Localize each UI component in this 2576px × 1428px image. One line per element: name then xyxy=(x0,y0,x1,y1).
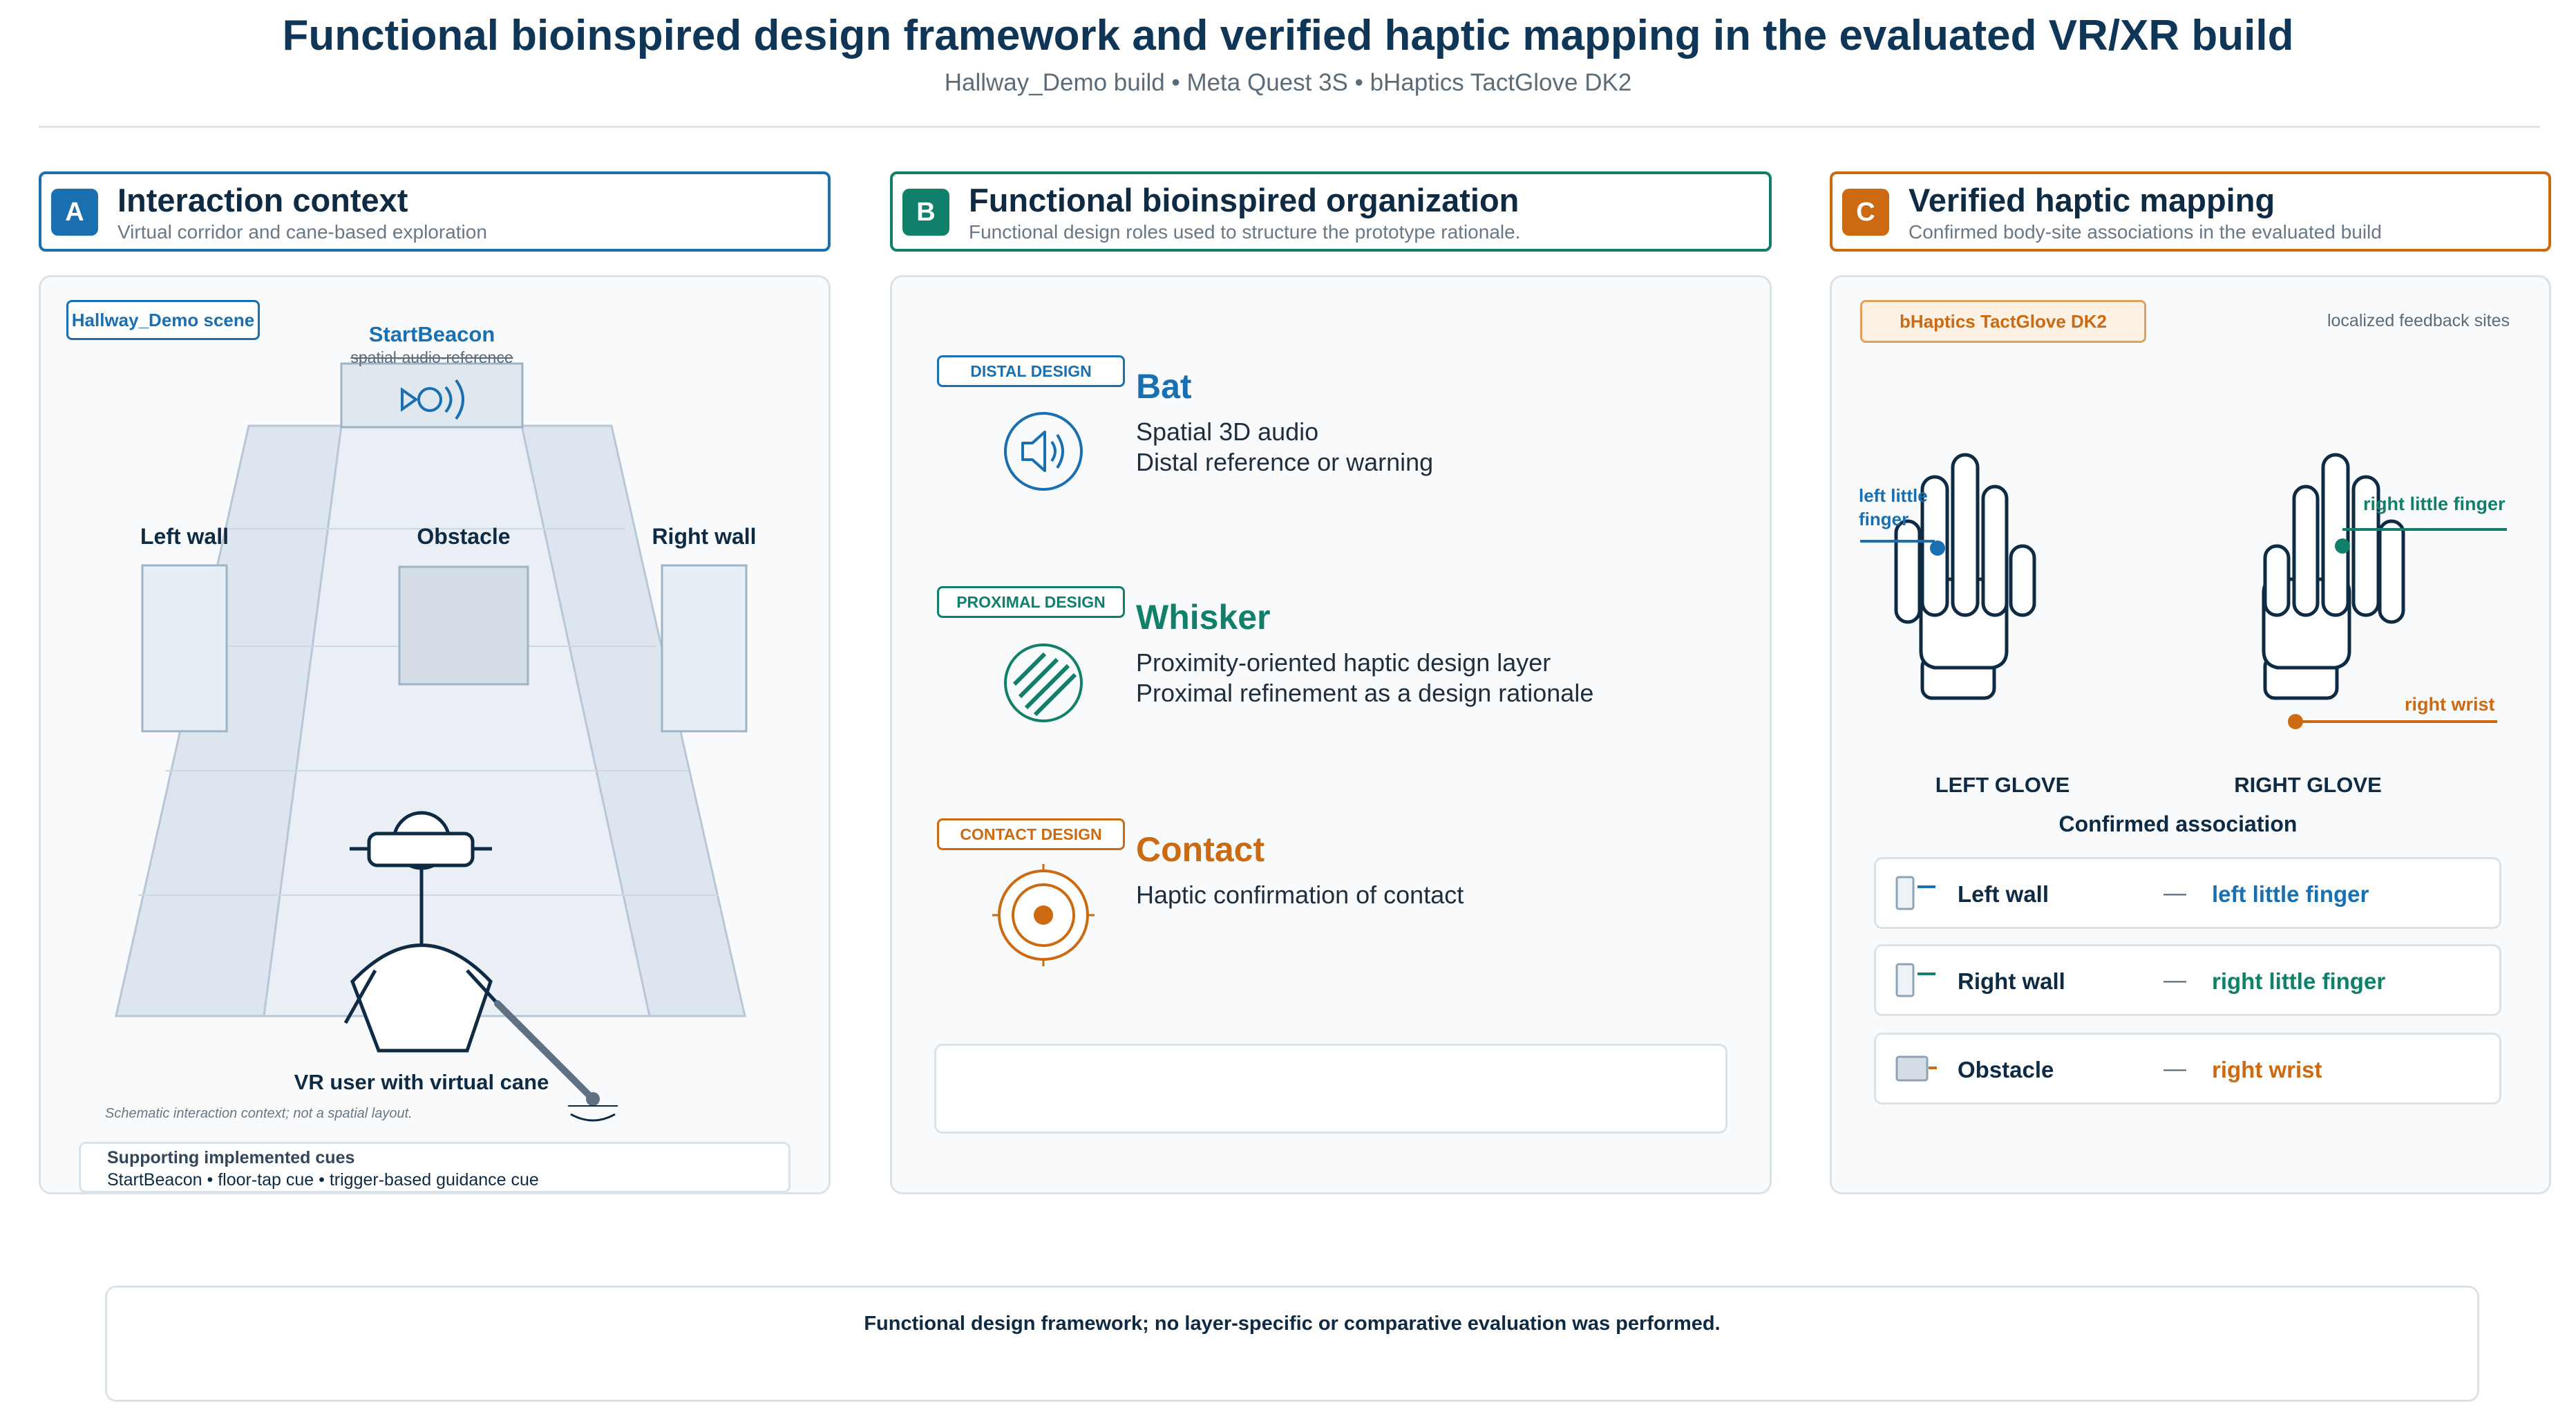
row-source-label: Right wall xyxy=(1958,968,2065,994)
row-target-label: right little finger xyxy=(2212,968,2386,994)
left-little-finger-label: left little finger xyxy=(1859,484,1928,531)
row-source-label: Left wall xyxy=(1958,881,2049,907)
right-little-finger-label: right little finger xyxy=(2363,494,2506,514)
sites-note: localized feedback sites xyxy=(2327,311,2510,330)
target-icon xyxy=(992,864,1095,966)
beacon-base xyxy=(340,362,524,429)
association-row-obstacle: Obstacle — right wrist xyxy=(1874,1033,2501,1105)
proximal-design-tag: PROXIMAL DESIGN xyxy=(937,586,1125,618)
right-glove-label: RIGHT GLOVE xyxy=(2234,773,2382,797)
row-dash: — xyxy=(2163,1055,2186,1081)
row-dash: — xyxy=(2163,967,2186,993)
device-tag: bHaptics TactGlove DK2 xyxy=(1860,300,2146,343)
whisker-line-2: Proximal refinement as a design rational… xyxy=(1136,679,1594,707)
empty-note-box xyxy=(934,1044,1727,1134)
bat-line-2: Distal reference or warning xyxy=(1136,448,1434,476)
obstacle-block xyxy=(398,565,529,686)
association-row-right-wall: Right wall — right little finger xyxy=(1874,944,2501,1016)
left-little-dot xyxy=(1930,541,1945,556)
right-wrist-dot xyxy=(2288,714,2303,729)
beacon-sub-label: spatial-audio-reference xyxy=(350,348,513,366)
row-target-label: right wrist xyxy=(2212,1057,2322,1082)
whisker-line-1: Proximity-oriented haptic design layer xyxy=(1136,648,1551,677)
left-glove-label: LEFT GLOVE xyxy=(1935,773,2070,797)
right-glove-icon xyxy=(2262,453,2405,700)
confirmed-association-title: Confirmed association xyxy=(2058,811,2298,836)
contact-line-1: Haptic confirmation of contact xyxy=(1136,881,1464,909)
left-little-label-line-2: finger xyxy=(1859,509,1909,529)
row-source-label: Obstacle xyxy=(1958,1057,2054,1082)
wall-icon xyxy=(1895,876,1935,910)
wall-icon xyxy=(1895,963,1935,997)
virtual-cane xyxy=(494,1000,618,1122)
supporting-cues-title: Supporting implemented cues xyxy=(107,1148,355,1167)
right-little-dot xyxy=(2335,538,2350,554)
contact-design-tag: CONTACT DESIGN xyxy=(937,818,1125,850)
supporting-cues-text: StartBeacon • floor-tap cue • trigger-ba… xyxy=(107,1170,539,1190)
distal-design-tag: DISTAL DESIGN xyxy=(937,355,1125,387)
beacon-label: StartBeacon xyxy=(368,322,495,346)
contact-title: Contact xyxy=(1136,830,1265,869)
right-wrist-label: right wrist xyxy=(2405,694,2495,715)
hatch-circle-icon xyxy=(1004,643,1083,722)
left-wall-block xyxy=(141,564,228,733)
right-wall-label: Right wall xyxy=(652,524,757,549)
footer-box: Functional design framework; no layer-sp… xyxy=(105,1286,2479,1402)
obstacle-icon xyxy=(1895,1055,1937,1082)
schematic-note: Schematic interaction context; not a spa… xyxy=(105,1106,413,1121)
footer-text: Functional design framework; no layer-sp… xyxy=(864,1313,1721,1335)
supporting-cues-box: Supporting implemented cues StartBeacon … xyxy=(79,1142,790,1193)
bat-line-1: Spatial 3D audio xyxy=(1136,417,1319,446)
association-row-left-wall: Left wall — left little finger xyxy=(1874,857,2501,929)
left-wall-label: Left wall xyxy=(140,524,229,549)
left-glove-icon xyxy=(1894,453,2036,700)
obstacle-label: Obstacle xyxy=(417,524,511,549)
right-wall-block xyxy=(661,564,748,733)
left-little-label-line-1: left little xyxy=(1859,485,1928,506)
vr-user-label: VR user with virtual cane xyxy=(294,1070,549,1094)
bat-title: Bat xyxy=(1136,367,1192,406)
whisker-title: Whisker xyxy=(1136,598,1271,637)
scene-tag: Hallway_Demo scene xyxy=(66,300,260,340)
row-dash: — xyxy=(2163,880,2186,905)
speaker-icon xyxy=(1004,412,1083,491)
row-target-label: left little finger xyxy=(2212,881,2369,907)
